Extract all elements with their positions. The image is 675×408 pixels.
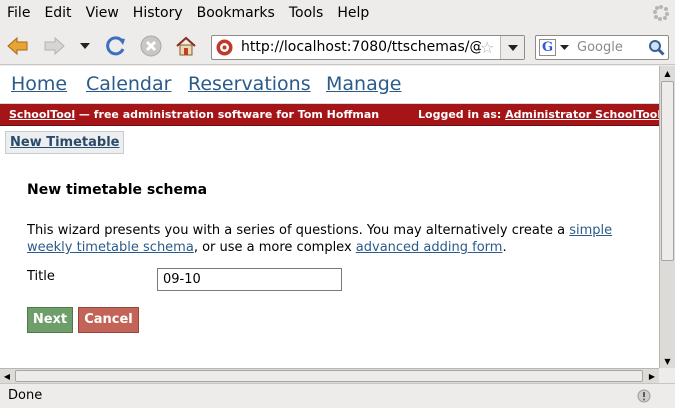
- reload-button[interactable]: [103, 33, 129, 59]
- intro-paragraph: This wizard presents you with a series o…: [27, 222, 637, 256]
- bookmark-star-icon[interactable]: ☆: [480, 38, 494, 57]
- nav-calendar-link[interactable]: Calendar: [86, 73, 171, 95]
- forward-arrow-icon: [44, 36, 65, 56]
- reload-icon: [106, 36, 125, 56]
- site-favicon-icon: [216, 39, 233, 56]
- vertical-scroll-thumb[interactable]: [661, 81, 674, 261]
- menu-bar: File Edit View History Bookmarks Tools H…: [0, 0, 675, 27]
- add-on-status-icon[interactable]: [637, 389, 651, 403]
- nav-manage-link[interactable]: Manage: [326, 73, 401, 95]
- search-icon[interactable]: [648, 39, 665, 56]
- logged-in-label: Logged in as:: [418, 108, 506, 121]
- nav-reservations-link[interactable]: Reservations: [188, 73, 311, 95]
- banner-left: SchoolTool — free administration softwar…: [9, 108, 379, 121]
- scroll-right-icon[interactable]: ▶: [645, 369, 659, 383]
- intro-text-start: This wizard presents you with a series o…: [27, 223, 570, 238]
- back-button[interactable]: [5, 33, 31, 59]
- url-text[interactable]: http://localhost:7080/ttschemas/@@: [241, 36, 481, 59]
- intro-text-end: .: [502, 240, 507, 255]
- menu-help[interactable]: Help: [330, 0, 376, 27]
- page-content: Home Calendar Reservations Manage School…: [0, 66, 659, 368]
- google-icon: G: [539, 39, 556, 56]
- banner-right: Logged in as: Administrator SchoolTool |…: [418, 108, 659, 121]
- history-dropdown-button[interactable]: [75, 33, 95, 59]
- chevron-down-icon: [507, 44, 518, 51]
- nav-home-link[interactable]: Home: [11, 73, 67, 95]
- actions-bar: New Timetable: [0, 127, 659, 156]
- intro-text-middle: , or use a more complex: [193, 240, 356, 255]
- scrollbar-corner: [659, 368, 675, 383]
- chevron-down-icon: [80, 43, 90, 49]
- url-bar[interactable]: http://localhost:7080/ttschemas/@@ ☆: [211, 35, 525, 60]
- scroll-up-icon[interactable]: ▲: [660, 66, 675, 80]
- schooltool-link[interactable]: SchoolTool: [9, 108, 75, 121]
- menu-history[interactable]: History: [126, 0, 190, 27]
- chevron-down-icon: [560, 45, 569, 50]
- menu-bookmarks[interactable]: Bookmarks: [190, 0, 282, 27]
- horizontal-scrollbar[interactable]: ◀ ▶: [0, 368, 659, 383]
- site-navigation: Home Calendar Reservations Manage: [0, 66, 659, 104]
- search-bar[interactable]: G Google: [535, 35, 669, 60]
- menu-view[interactable]: View: [79, 0, 126, 27]
- scroll-left-icon[interactable]: ◀: [0, 369, 14, 383]
- back-arrow-icon: [7, 36, 28, 56]
- forward-button[interactable]: [41, 33, 67, 59]
- cancel-button[interactable]: Cancel: [78, 307, 139, 333]
- search-engine-selector[interactable]: G: [539, 38, 571, 57]
- new-timetable-link[interactable]: New Timetable: [5, 131, 125, 154]
- banner-tagline: — free administration software for Tom H…: [75, 108, 380, 121]
- stop-button[interactable]: [138, 33, 164, 59]
- scroll-down-icon[interactable]: ▼: [660, 354, 675, 368]
- horizontal-scroll-thumb[interactable]: [15, 370, 643, 382]
- navigation-toolbar: http://localhost:7080/ttschemas/@@ ☆ G G…: [0, 27, 675, 65]
- header-banner: SchoolTool — free administration softwar…: [0, 104, 659, 126]
- home-icon: [176, 36, 196, 56]
- search-input[interactable]: Google: [577, 36, 623, 59]
- current-user-link[interactable]: Administrator SchoolTool: [505, 108, 659, 121]
- home-button[interactable]: [173, 33, 199, 59]
- title-label: Title: [27, 269, 55, 284]
- title-input[interactable]: 09-10: [157, 268, 342, 291]
- page-title: New timetable schema: [27, 182, 208, 198]
- stop-icon: [140, 35, 162, 57]
- next-button[interactable]: Next: [27, 307, 73, 333]
- vertical-scrollbar[interactable]: ▲ ▼: [659, 66, 675, 368]
- status-text: Done: [8, 388, 43, 403]
- menu-tools[interactable]: Tools: [282, 0, 331, 27]
- url-dropdown-button[interactable]: [500, 36, 524, 59]
- menu-file[interactable]: File: [0, 0, 37, 27]
- status-bar: Done: [0, 383, 675, 408]
- menu-edit[interactable]: Edit: [37, 0, 78, 27]
- throbber-icon: [653, 5, 669, 21]
- advanced-form-link[interactable]: advanced adding form: [356, 240, 503, 255]
